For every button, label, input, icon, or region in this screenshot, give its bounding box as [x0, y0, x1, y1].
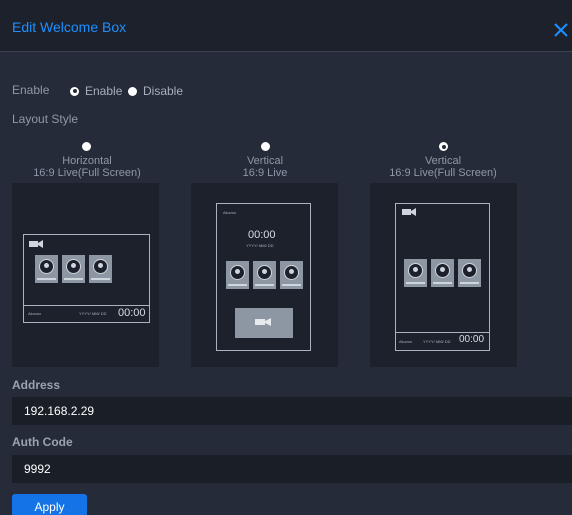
disable-radio[interactable]: Disable — [128, 84, 183, 98]
user-icon — [66, 259, 81, 274]
layout-option-subtitle: 16:9 Live — [242, 167, 288, 179]
contact-tile — [458, 259, 481, 287]
user-icon — [462, 263, 477, 278]
auth-code-input[interactable] — [12, 455, 572, 483]
contact-tile — [89, 255, 112, 283]
brand-label: Akuvox — [223, 210, 237, 215]
radio-unselected-icon — [261, 142, 270, 151]
layout-option-title: Vertical — [424, 155, 462, 167]
contact-tile — [62, 255, 85, 283]
tile-bar — [228, 284, 247, 286]
date-format-label: YYYY/ MM/ DD — [79, 311, 107, 316]
date-format-label: YYYY/ MM/ DD — [423, 339, 451, 344]
user-icon — [284, 265, 299, 280]
dialog-header: Edit Welcome Box — [0, 0, 572, 52]
contact-tile — [226, 261, 249, 289]
preview-frame: Akuvox YYYY/ MM/ DD 00:00 — [23, 234, 150, 323]
camera-icon — [29, 240, 43, 248]
apply-button[interactable]: Apply — [12, 494, 87, 515]
layout-option-subtitle: 16:9 Live(Full Screen) — [33, 167, 141, 179]
contact-tile — [35, 255, 58, 283]
clock-label: 00:00 — [118, 307, 146, 319]
tile-bar — [460, 282, 479, 284]
clock-label: 00:00 — [459, 334, 485, 345]
brand-label: Akuvox — [399, 339, 413, 344]
date-format-label: YYYY/ MM/ DD — [246, 243, 274, 248]
contact-tile — [280, 261, 303, 289]
clock-label: 00:00 — [248, 229, 276, 241]
camera-icon — [402, 208, 416, 216]
user-icon — [408, 263, 423, 278]
preview-frame: Akuvox 00:00 YYYY/ MM/ DD — [216, 203, 311, 351]
user-icon — [39, 259, 54, 274]
radio-selected-icon — [439, 142, 448, 151]
user-icon — [230, 265, 245, 280]
layout-preview-vertical-fullscreen[interactable]: Akuvox YYYY/ MM/ DD 00:00 — [370, 183, 517, 367]
layout-option-title: Vertical — [246, 155, 284, 167]
user-icon — [435, 263, 450, 278]
tile-bar — [37, 278, 56, 280]
tile-bar — [64, 278, 83, 280]
tile-bar — [255, 284, 274, 286]
contact-tile — [431, 259, 454, 287]
divider — [396, 332, 489, 333]
camera-icon — [255, 318, 271, 326]
disable-radio-label: Disable — [143, 84, 184, 98]
auth-code-label: Auth Code — [12, 435, 73, 449]
address-input[interactable] — [12, 397, 572, 425]
preview-frame: Akuvox YYYY/ MM/ DD 00:00 — [395, 203, 490, 351]
user-icon — [257, 265, 272, 280]
user-icon — [93, 259, 108, 274]
layout-preview-vertical[interactable]: Akuvox 00:00 YYYY/ MM/ DD — [191, 183, 338, 367]
radio-unselected-icon — [82, 142, 91, 151]
contact-tile — [253, 261, 276, 289]
enable-radio-label: Enable — [85, 84, 123, 98]
layout-style-label: Layout Style — [12, 112, 79, 126]
divider — [24, 305, 149, 306]
tile-bar — [282, 284, 301, 286]
address-label: Address — [12, 378, 61, 392]
close-icon[interactable] — [553, 22, 569, 38]
tile-bar — [406, 282, 425, 284]
layout-preview-horizontal[interactable]: Akuvox YYYY/ MM/ DD 00:00 — [12, 183, 159, 367]
live-video-box — [235, 308, 293, 338]
layout-option-subtitle: 16:9 Live(Full Screen) — [389, 167, 497, 179]
tile-bar — [91, 278, 110, 280]
brand-label: Akuvox — [28, 311, 42, 316]
enable-radio[interactable]: Enable — [70, 84, 122, 98]
tile-bar — [433, 282, 452, 284]
dialog-title: Edit Welcome Box — [12, 19, 127, 35]
radio-unselected-icon — [128, 86, 137, 96]
layout-option-title: Horizontal — [62, 155, 112, 167]
radio-selected-icon — [70, 86, 79, 96]
enable-label: Enable — [12, 83, 50, 97]
contact-tile — [404, 259, 427, 287]
